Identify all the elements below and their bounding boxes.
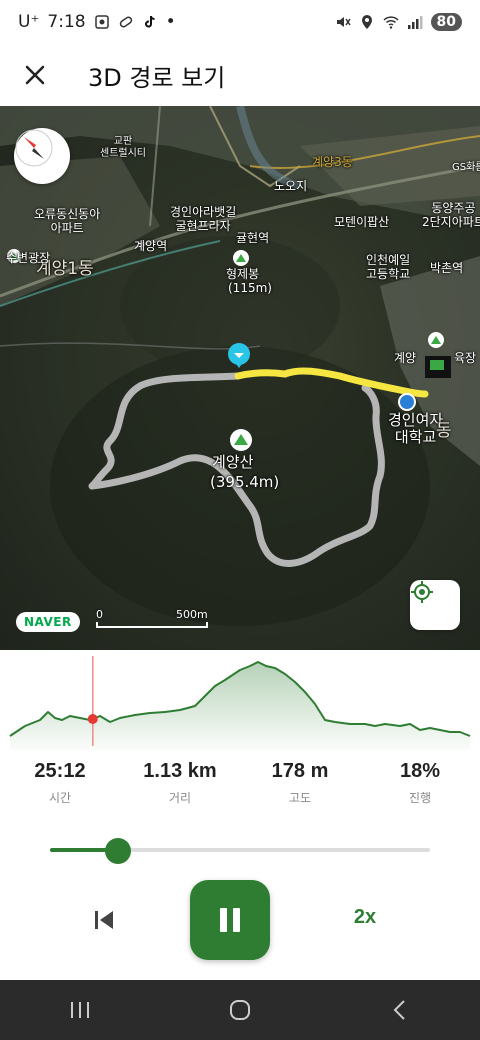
- stat-time-value: 25:12: [34, 760, 86, 782]
- tiktok-icon: [144, 15, 155, 28]
- elevation-chart: [9, 656, 471, 750]
- status-right: 80: [335, 13, 462, 31]
- home-icon: [230, 1000, 250, 1020]
- signal-icon: [407, 16, 423, 29]
- stat-time-label: 시간: [48, 791, 72, 805]
- scale-zero: 0: [96, 608, 103, 621]
- map-terrain: [0, 106, 480, 626]
- map-label-donga: 오류동신동아 아파트: [34, 207, 101, 235]
- stat-altitude-label: 고도: [288, 791, 312, 805]
- elevation-area: [10, 662, 470, 750]
- map-scale: 0 500m: [96, 608, 216, 630]
- playback-slider[interactable]: [50, 838, 430, 864]
- map-label-bakchon-station: 박촌역: [430, 261, 464, 275]
- status-bar: U⁺ 7:18 • 80: [0, 0, 480, 44]
- map-label-dong-partial: 동: [436, 421, 452, 441]
- speed-button[interactable]: 2x: [340, 906, 390, 936]
- page-title: 3D 경로 보기: [88, 63, 226, 92]
- carrier-label: U⁺: [18, 12, 40, 32]
- map-label-moteuni: 모텐이팝산: [334, 215, 390, 229]
- skip-previous-icon: [95, 911, 113, 929]
- map-label-gs: GS화름: [452, 162, 480, 173]
- skip-to-start-button[interactable]: [88, 904, 120, 936]
- map-view[interactable]: 계양1동 계양산 (395.4m) 형제봉 (115m) 경인여자 대학교 인천…: [0, 106, 480, 650]
- map-label-supyeon: 수변광장: [6, 251, 51, 265]
- close-icon: [25, 65, 45, 85]
- scale-label: 500m: [176, 608, 208, 621]
- compass-button[interactable]: [14, 128, 70, 184]
- stat-progress-value: 18%: [399, 760, 441, 782]
- clock: 7:18: [47, 12, 86, 32]
- stat-progress: 18% 진행: [360, 760, 480, 820]
- scale-bar: [96, 622, 208, 628]
- map-label-gyegeo-center: 교판 센트럴시티: [100, 136, 146, 159]
- status-left: U⁺ 7:18 •: [18, 12, 176, 32]
- mute-icon: [336, 17, 351, 27]
- map-label-gyulhyeon-station: 귤현역: [236, 231, 270, 245]
- map-label-noji: 노오지: [274, 179, 308, 193]
- back-icon: [393, 1000, 405, 1020]
- stat-distance: 1.13 km 거리: [120, 760, 240, 820]
- elevation-profile[interactable]: [0, 650, 480, 750]
- stat-distance-label: 거리: [168, 791, 192, 805]
- stat-distance-value: 1.13 km: [143, 760, 217, 782]
- stat-altitude: 178 m 고도: [240, 760, 360, 820]
- pause-icon: [220, 908, 240, 932]
- pill-icon: [119, 16, 132, 28]
- stat-time: 25:12 시간: [0, 760, 120, 820]
- map-label-hyeongjaebong: 형제봉: [226, 267, 260, 281]
- map-label-hyeongjaebong-alt: (115m): [228, 281, 272, 295]
- slider-thumb[interactable]: [105, 838, 132, 864]
- map-label-gyeyang-sports: 계양: [394, 351, 417, 365]
- close-button[interactable]: [0, 44, 70, 106]
- map-label-gyeyang-station: 계양역: [134, 239, 168, 253]
- elevation-cursor-dot: [87, 714, 98, 724]
- screenshot-icon: [94, 15, 109, 29]
- crosshair-icon: [411, 581, 433, 603]
- stats-row: 25:12 시간 1.13 km 거리 178 m 고도 18% 진행: [0, 760, 480, 820]
- back-button[interactable]: [370, 980, 430, 1040]
- map-label-gyeyangsan-alt: (395.4m): [210, 473, 280, 491]
- map-label-dongyang: 동양주공 2단지아파트: [422, 201, 480, 229]
- app-header: 3D 경로 보기: [0, 44, 480, 106]
- recent-apps-button[interactable]: [50, 980, 110, 1040]
- stat-progress-label: 진행: [408, 791, 432, 805]
- map-label-gyeyangsan: 계양산: [212, 453, 254, 471]
- map-label-incheon-school: 인천예일 고등학교: [366, 253, 411, 281]
- system-nav-bar: [0, 980, 480, 1040]
- my-location-button[interactable]: [410, 580, 460, 630]
- map-label-gyeongin-ara: 경인아라뱃길 굴현프라자: [170, 205, 237, 233]
- wifi-icon: [382, 16, 399, 29]
- map-label-gyeyang3dong: 계양3동: [312, 155, 353, 169]
- location-icon: [361, 15, 372, 29]
- map-label-yukjang: 육장: [454, 351, 477, 365]
- recent-apps-icon: [71, 1002, 89, 1018]
- battery-indicator: 80: [430, 13, 462, 31]
- stat-altitude-value: 178 m: [271, 760, 329, 782]
- notification-dot: •: [165, 12, 176, 32]
- pause-button[interactable]: [190, 880, 270, 960]
- naver-logo: NAVER: [16, 612, 80, 632]
- compass-icon: [15, 129, 53, 167]
- home-button[interactable]: [210, 980, 270, 1040]
- playback-controls: 2x: [0, 880, 480, 960]
- map-label-gyeongin-univ: 경인여자 대학교: [388, 411, 444, 447]
